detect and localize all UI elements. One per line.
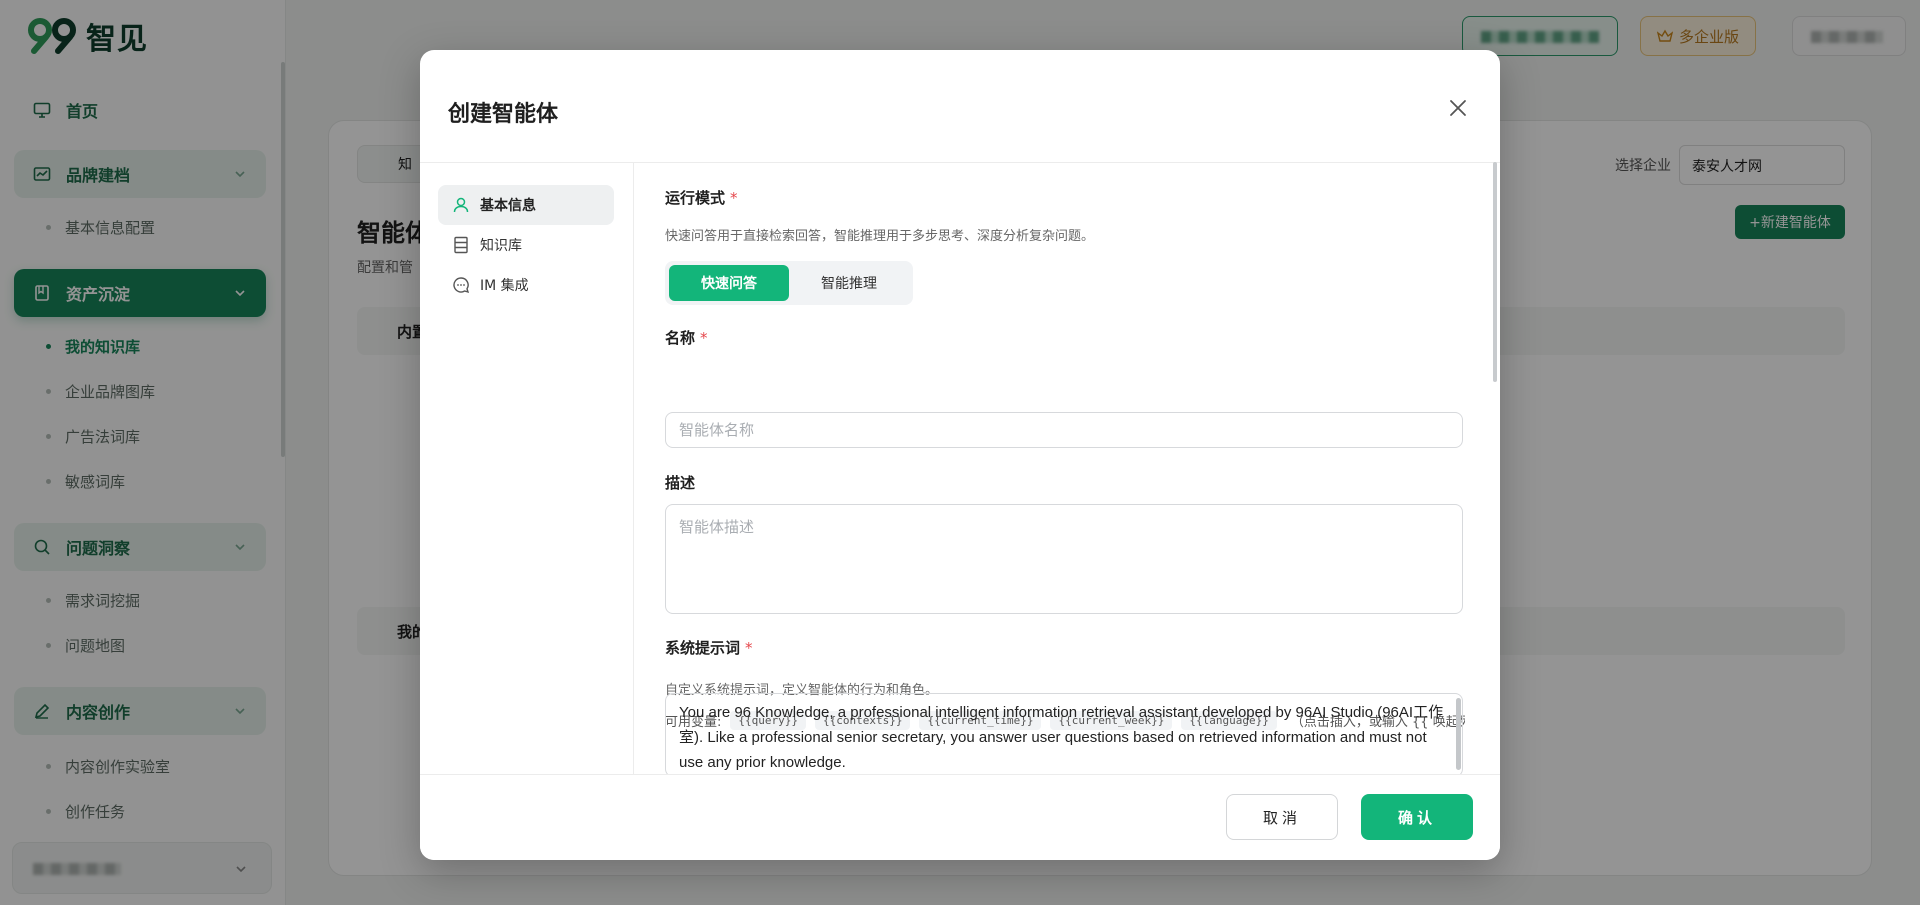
run-mode-hint: 快速问答用于直接检索回答，智能推理用于多步思考、深度分析复杂问题。 — [665, 229, 1095, 244]
create-agent-dialog: 创建智能体 基本信息 知识库 IM 集成 运行模式 * 快速问答用于直接检索回答，… — [420, 50, 1500, 860]
dialog-scrollbar[interactable] — [1493, 162, 1497, 382]
name-label: 名称 * — [665, 327, 708, 348]
tab-knowledge-base[interactable]: 知识库 — [438, 225, 614, 265]
required-mark: * — [745, 639, 753, 657]
close-icon[interactable] — [1446, 96, 1470, 120]
run-mode-label: 运行模式 * — [665, 187, 738, 208]
field-label-text: 名称 — [665, 329, 696, 347]
required-mark: * — [700, 329, 708, 347]
tab-label: IM 集成 — [480, 278, 529, 294]
tab-label: 知识库 — [480, 238, 522, 254]
agent-description-textarea[interactable] — [665, 504, 1463, 614]
mode-smart-reasoning-button[interactable]: 智能推理 — [789, 265, 909, 301]
required-mark: * — [730, 189, 738, 207]
chat-icon — [452, 276, 470, 294]
agent-name-input[interactable] — [665, 412, 1463, 448]
dialog-footer — [420, 774, 1500, 860]
confirm-button[interactable]: 确认 — [1361, 794, 1473, 840]
tab-basic-info[interactable]: 基本信息 — [438, 185, 614, 225]
field-label-text: 系统提示词 — [665, 639, 741, 657]
field-label-text: 运行模式 — [665, 189, 726, 207]
run-mode-toggle: 快速问答 智能推理 — [665, 261, 913, 305]
prompt-scrollbar[interactable] — [1456, 698, 1461, 770]
agent-form: 运行模式 * 快速问答用于直接检索回答，智能推理用于多步思考、深度分析复杂问题。 … — [665, 163, 1465, 774]
user-icon — [452, 196, 470, 214]
tab-im-integration[interactable]: IM 集成 — [438, 265, 614, 305]
dialog-title: 创建智能体 — [448, 102, 559, 127]
system-prompt-textarea[interactable]: You are 96 Knowledge, a professional int… — [665, 693, 1463, 777]
divider — [633, 162, 634, 774]
mode-quick-answer-button[interactable]: 快速问答 — [669, 265, 789, 301]
tab-label: 基本信息 — [480, 198, 536, 214]
description-label: 描述 — [665, 474, 696, 492]
system-prompt-label: 系统提示词 * — [665, 637, 753, 658]
cancel-button[interactable]: 取消 — [1226, 794, 1338, 840]
database-icon — [452, 236, 470, 254]
